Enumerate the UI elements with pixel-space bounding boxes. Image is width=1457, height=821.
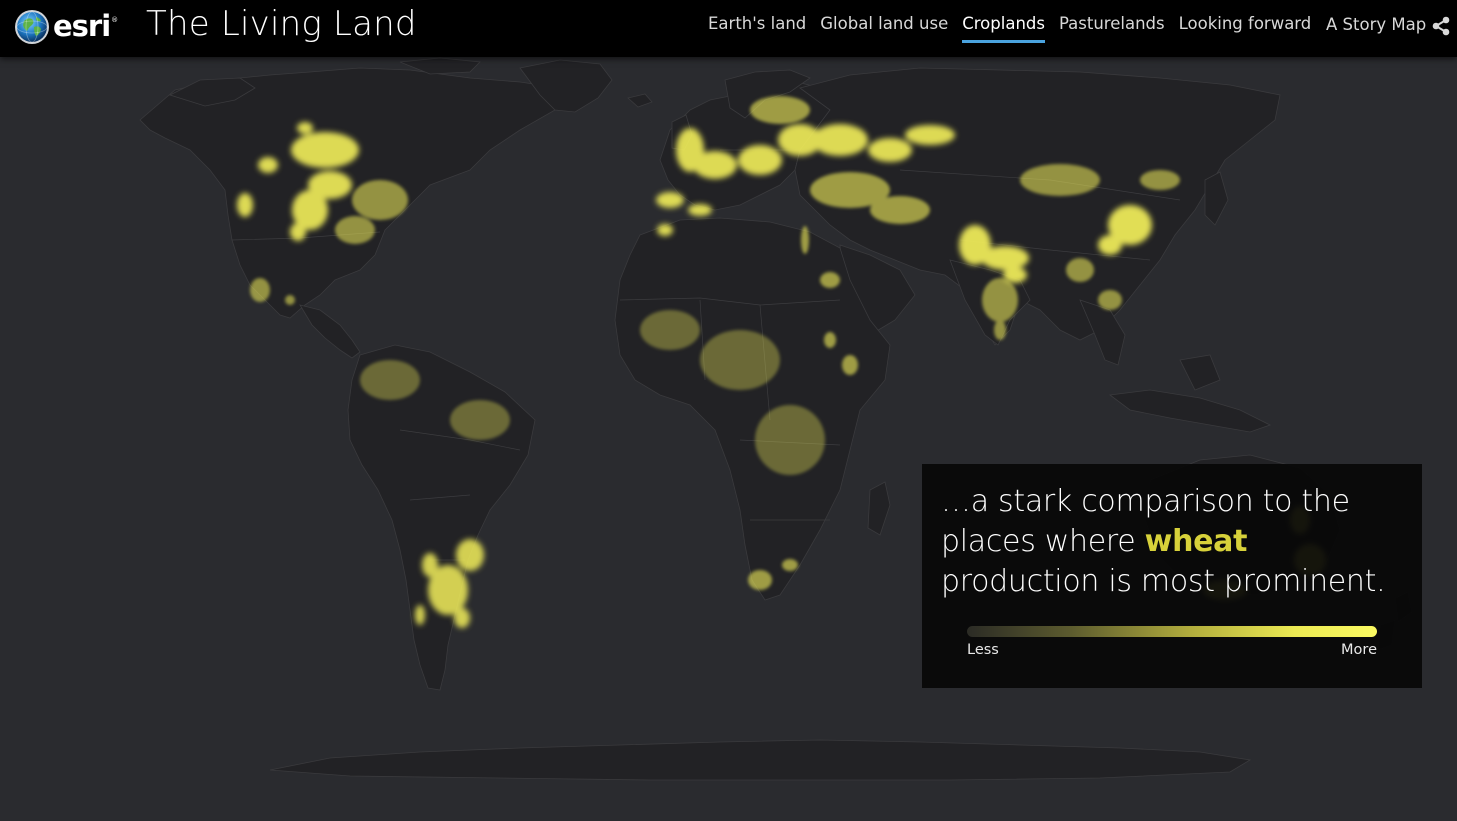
caption-part-2: production is most prominent. — [941, 564, 1386, 599]
caption-highlight: wheat — [1144, 524, 1248, 559]
share-icon[interactable] — [1431, 16, 1451, 36]
logo-wordmark: esri — [53, 9, 111, 43]
story-map-link[interactable]: A Story Map — [1326, 15, 1426, 34]
legend-high-label: More — [1341, 642, 1377, 658]
world-map[interactable] — [0, 57, 1457, 821]
caption-text: …a stark comparison to the places where … — [941, 482, 1411, 602]
header-bar: esri ® The Living Land Earth's land Glob… — [0, 0, 1457, 57]
page-title: The Living Land — [146, 4, 417, 44]
info-panel: …a stark comparison to the places where … — [922, 464, 1422, 688]
logo-trademark: ® — [111, 16, 119, 24]
tab-pasturelands[interactable]: Pasturelands — [1052, 0, 1172, 44]
legend-low-label: Less — [967, 642, 999, 658]
tab-looking-forward[interactable]: Looking forward — [1172, 0, 1319, 44]
globe-icon — [15, 10, 49, 44]
legend-gradient-bar — [967, 626, 1377, 637]
tab-earths-land[interactable]: Earth's land — [701, 0, 813, 44]
esri-logo[interactable]: esri ® — [14, 7, 118, 47]
tab-croplands[interactable]: Croplands — [955, 0, 1052, 44]
story-map-app: esri ® The Living Land Earth's land Glob… — [0, 0, 1457, 821]
section-tabs: Earth's land Global land use Croplands P… — [701, 0, 1318, 57]
tab-global-land-use[interactable]: Global land use — [813, 0, 955, 44]
